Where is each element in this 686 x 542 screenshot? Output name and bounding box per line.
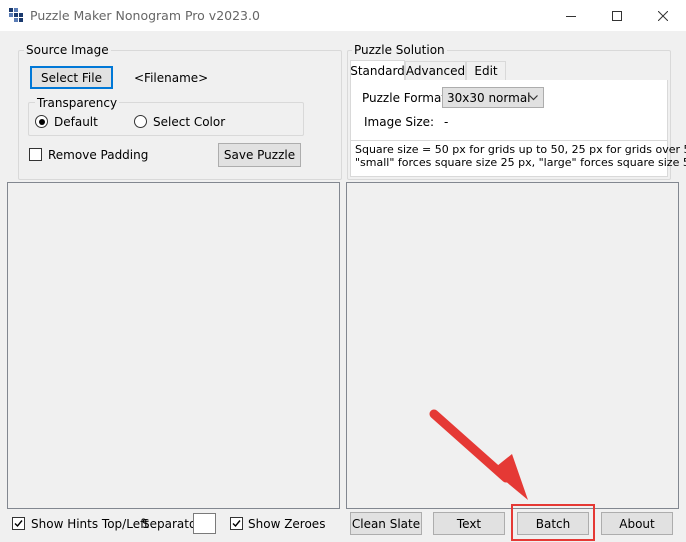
annotation-arrow-icon [429,409,528,500]
